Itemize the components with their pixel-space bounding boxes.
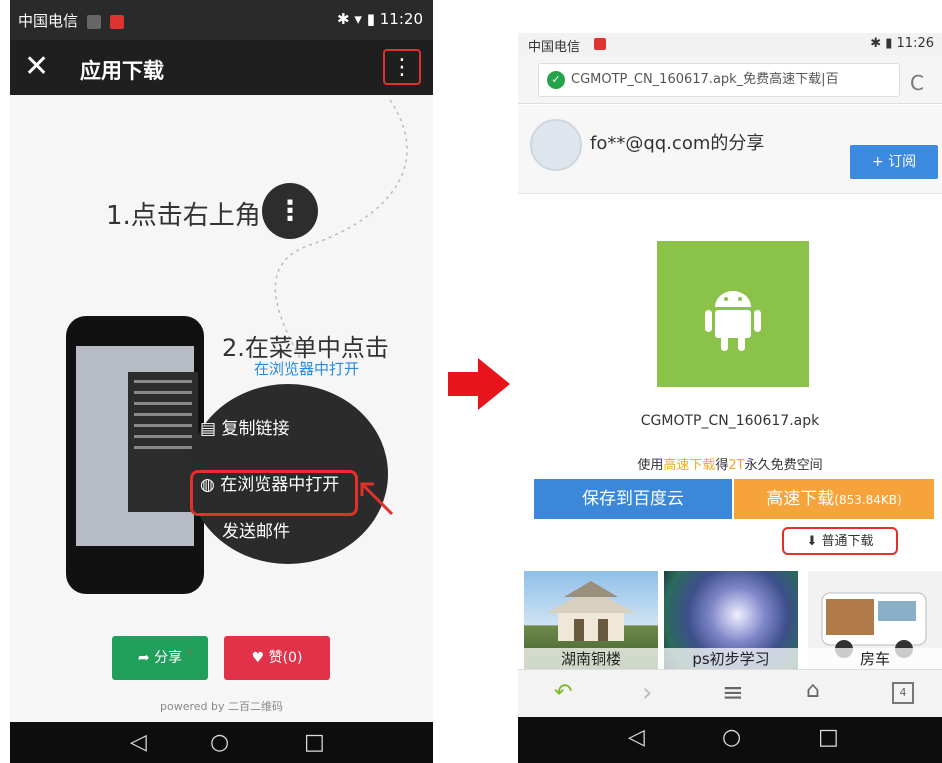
left-screenshot: 中国电信 ✱ ▾ ▮ 11:20 ✕ 应用下载 ⋮ 1.点击右上角 ⋮ 2.在菜… xyxy=(10,0,433,763)
back-icon[interactable]: ◁ xyxy=(130,730,147,755)
battery-icon: ▮ xyxy=(366,10,375,28)
home-icon[interactable]: ⌂ xyxy=(806,678,820,703)
clock: 11:26 xyxy=(896,36,934,51)
apk-file-name: CGMOTP_CN_160617.apk xyxy=(640,413,820,429)
notification-icon xyxy=(86,14,101,29)
thumbnail-label: ps初步学习 xyxy=(664,648,798,669)
notification-icon xyxy=(109,14,124,29)
menu-item-send-email: 发送邮件 xyxy=(222,522,290,542)
bluetooth-icon: ✱ xyxy=(870,36,882,51)
thumbnail-label: 房车 xyxy=(808,648,942,669)
menu-icon[interactable]: ≡ xyxy=(722,678,744,708)
back-arrow-icon[interactable]: ↶ xyxy=(554,680,572,705)
carrier-label: 中国电信 xyxy=(528,40,581,55)
menu-item-copy-link: ▤ 复制链接 xyxy=(200,419,290,439)
powered-by-text: powered by 二百二维码 xyxy=(160,700,283,713)
wifi-icon: ▾ xyxy=(354,10,362,28)
step1-text: 1.点击右上角 xyxy=(106,201,261,231)
forward-icon[interactable]: › xyxy=(642,678,652,708)
thumbnail-label: 湖南铜楼 xyxy=(524,648,658,669)
android-nav-bar: ◁ ○ □ xyxy=(10,722,433,763)
more-menu-icon: ⋮ xyxy=(262,183,318,239)
share-icon: ➦ xyxy=(137,650,155,666)
notification-icon xyxy=(594,38,606,50)
app-bar: ✕ 应用下载 ⋮ xyxy=(10,40,433,95)
carrier-label: 中国电信 xyxy=(18,12,79,30)
fast-download-button[interactable]: 高速下载(853.84KB) xyxy=(734,479,934,519)
android-nav-bar: ◁ ○ □ xyxy=(518,717,942,763)
save-to-baidu-cloud-button[interactable]: 保存到百度云 xyxy=(534,479,732,519)
android-icon xyxy=(705,291,761,351)
url-text: CGMOTP_CN_160617.apk_免费高速下载|百 xyxy=(571,72,839,87)
apk-file-tile xyxy=(657,241,809,387)
user-share-title: fo**@qq.com的分享 xyxy=(590,133,765,154)
browser-url-bar: ✓ CGMOTP_CN_160617.apk_免费高速下载|百 C xyxy=(518,55,942,104)
right-screenshot: 中国电信 ✱ ▮ 11:26 ✓ CGMOTP_CN_160617.apk_免费高… xyxy=(518,33,942,763)
mini-menu-illustration xyxy=(128,372,198,512)
back-icon[interactable]: ◁ xyxy=(628,725,645,750)
step2-subtext: 在浏览器中打开 xyxy=(254,360,360,378)
fast-download-link[interactable]: 高速下载 xyxy=(663,458,715,473)
close-icon[interactable]: ✕ xyxy=(24,50,49,84)
url-field[interactable]: ✓ CGMOTP_CN_160617.apk_免费高速下载|百 xyxy=(538,63,900,97)
avatar xyxy=(530,119,582,171)
home-icon[interactable]: ○ xyxy=(722,725,741,750)
security-shield-icon: ✓ xyxy=(547,70,565,89)
page-title: 应用下载 xyxy=(80,59,164,83)
recommend-thumbnail[interactable]: ps初步学习 xyxy=(664,571,798,669)
normal-download-button[interactable]: ⬇ 普通下载 xyxy=(782,527,898,555)
promo-text: 使用高速下载得2T永久免费空间 xyxy=(637,458,823,473)
highlight-box xyxy=(190,470,358,516)
recommend-thumbnail[interactable]: 房车 xyxy=(808,571,942,669)
subscribe-button[interactable]: + 订阅 xyxy=(850,145,938,179)
like-button[interactable]: ♥ 赞(0) xyxy=(224,636,330,680)
recents-icon[interactable]: □ xyxy=(304,730,325,755)
status-bar: 中国电信 ✱ ▮ 11:26 xyxy=(518,33,942,55)
battery-icon: ▮ xyxy=(885,36,893,51)
share-button[interactable]: ➦ 分享 xyxy=(112,636,208,680)
clock: 11:20 xyxy=(379,10,423,28)
more-menu-button[interactable]: ⋮ xyxy=(383,49,421,85)
right-arrow-icon xyxy=(448,358,510,410)
recommend-thumbnail[interactable]: 湖南铜楼 xyxy=(524,571,658,669)
browser-toolbar: ↶ › ≡ ⌂ 4 xyxy=(518,669,942,718)
heart-icon: ♥ xyxy=(251,650,269,666)
tabs-count-icon[interactable]: 4 xyxy=(892,682,914,704)
refresh-icon[interactable]: C xyxy=(910,71,924,95)
bluetooth-icon: ✱ xyxy=(337,10,350,28)
home-icon[interactable]: ○ xyxy=(210,730,229,755)
recents-icon[interactable]: □ xyxy=(818,725,839,750)
pointer-arrow-icon xyxy=(360,482,394,516)
download-icon: ⬇ xyxy=(806,534,822,549)
copy-icon: ▤ xyxy=(200,419,222,439)
status-bar: 中国电信 ✱ ▾ ▮ 11:20 xyxy=(10,0,433,40)
